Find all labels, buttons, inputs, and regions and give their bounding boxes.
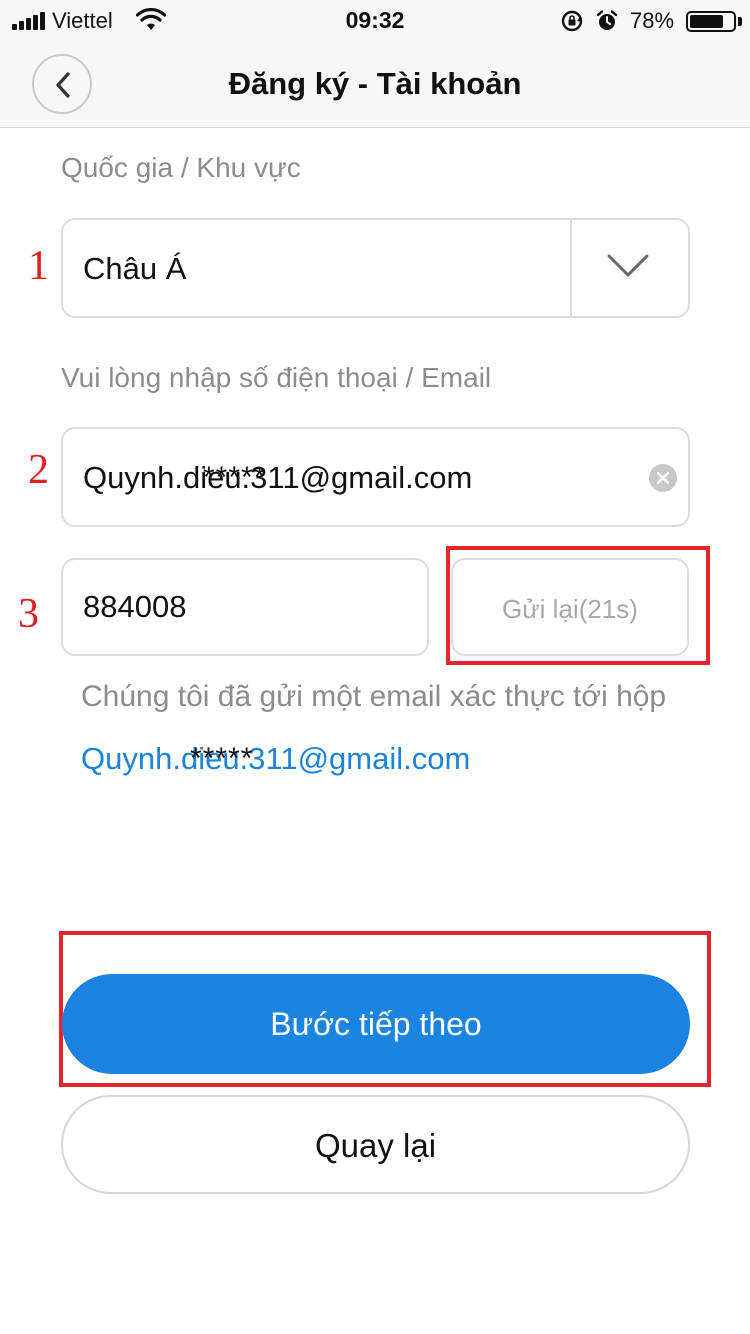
battery-percentage: 78% [630,8,675,33]
go-back-button[interactable]: Quay lại [61,1095,690,1194]
status-bar: Viettel 09:32 78% [0,0,750,40]
chevron-down-icon[interactable] [606,252,650,280]
email-mask: ***** [203,461,267,494]
alarm-icon [596,10,618,30]
step-3-annotation: 3 [18,591,39,637]
next-step-label: Bước tiếp theo [270,1006,482,1042]
navigation-bar: Đăng ký - Tài khoản [0,40,750,128]
highlight-box-resend [446,546,710,665]
step-1-annotation: 1 [28,243,49,289]
verification-code-value: 884008 [83,589,187,624]
recipient-email-mask: ***** [190,742,254,775]
battery-icon [686,11,736,32]
rotation-lock-icon [561,10,583,32]
next-step-button[interactable]: Bước tiếp theo [62,974,690,1074]
verification-sent-message: Chúng tôi đã gửi một email xác thực tới … [81,680,667,713]
clear-icon[interactable] [649,464,677,492]
contact-label: Vui lòng nhập số điện thoại / Email [61,362,492,393]
region-label: Quốc gia / Khu vực [61,152,301,183]
step-2-annotation: 2 [28,447,49,493]
go-back-label: Quay lại [314,1127,437,1164]
battery-level [690,15,723,28]
recipient-email-link[interactable]: Quynh.dieu.311@gmail.com [81,741,470,777]
region-select[interactable]: Châu Á [61,218,690,318]
page-title: Đăng ký - Tài khoản [228,66,522,101]
region-value: Châu Á [83,251,187,286]
email-value: Quynh.dieu.311@gmail.com [83,460,473,495]
verification-code-field[interactable]: 884008 [61,558,429,656]
battery-tip [738,17,742,26]
email-field[interactable]: Quynh.dieu.311@gmail.com ***** [61,427,690,527]
select-divider [570,220,572,316]
